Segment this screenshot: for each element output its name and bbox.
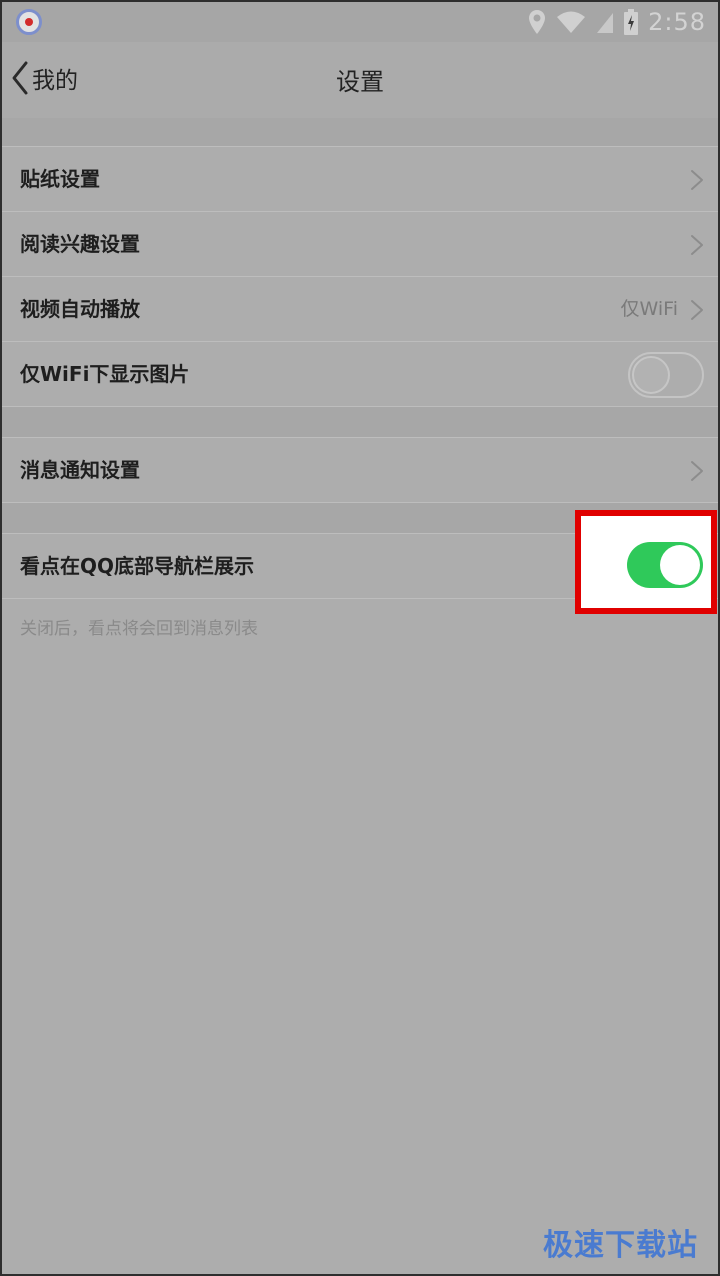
kandian-nav-toggle[interactable] — [627, 542, 703, 588]
chevron-right-icon — [691, 461, 703, 481]
row-label: 视频自动播放 — [20, 297, 140, 321]
row-label: 消息通知设置 — [20, 458, 140, 482]
row-label: 贴纸设置 — [20, 167, 100, 191]
row-label: 阅读兴趣设置 — [20, 232, 140, 256]
settings-row-video-autoplay[interactable]: 视频自动播放 仅WiFi — [2, 276, 718, 341]
recorder-icon — [16, 9, 42, 35]
screen: 2:58 我的 设置 贴纸设置 阅读兴趣设置 视频自动播放 仅WiFi 仅WiF… — [0, 0, 720, 1276]
row-value: 仅WiFi — [620, 298, 678, 320]
row-label: 仅WiFi下显示图片 — [20, 362, 190, 386]
section-gap — [2, 407, 718, 437]
clock: 2:58 — [648, 8, 706, 36]
settings-row-sticker[interactable]: 贴纸设置 — [2, 146, 718, 211]
settings-row-notifications[interactable]: 消息通知设置 — [2, 437, 718, 503]
toggle-knob — [632, 356, 670, 394]
battery-charging-icon — [624, 9, 639, 35]
section-footnote: 关闭后，看点将会回到消息列表 — [20, 619, 258, 639]
section-gap — [2, 118, 718, 146]
chevron-right-icon — [691, 235, 703, 255]
wifi-images-toggle[interactable] — [628, 352, 704, 398]
watermark: 极速下载站 — [543, 1228, 698, 1263]
wifi-icon — [557, 11, 586, 33]
row-label: 看点在QQ底部导航栏展示 — [20, 554, 255, 578]
settings-row-wifi-images: 仅WiFi下显示图片 — [2, 341, 718, 407]
toggle-knob — [660, 545, 700, 585]
status-icons: 2:58 — [528, 6, 706, 38]
page-title: 设置 — [336, 68, 384, 96]
nav-bar: 我的 设置 — [2, 42, 718, 118]
status-bar: 2:58 — [2, 2, 718, 42]
chevron-right-icon — [691, 300, 703, 320]
location-icon — [529, 10, 546, 34]
signal-icon — [597, 13, 614, 33]
settings-row-reading-interest[interactable]: 阅读兴趣设置 — [2, 211, 718, 276]
chevron-right-icon — [691, 170, 703, 190]
